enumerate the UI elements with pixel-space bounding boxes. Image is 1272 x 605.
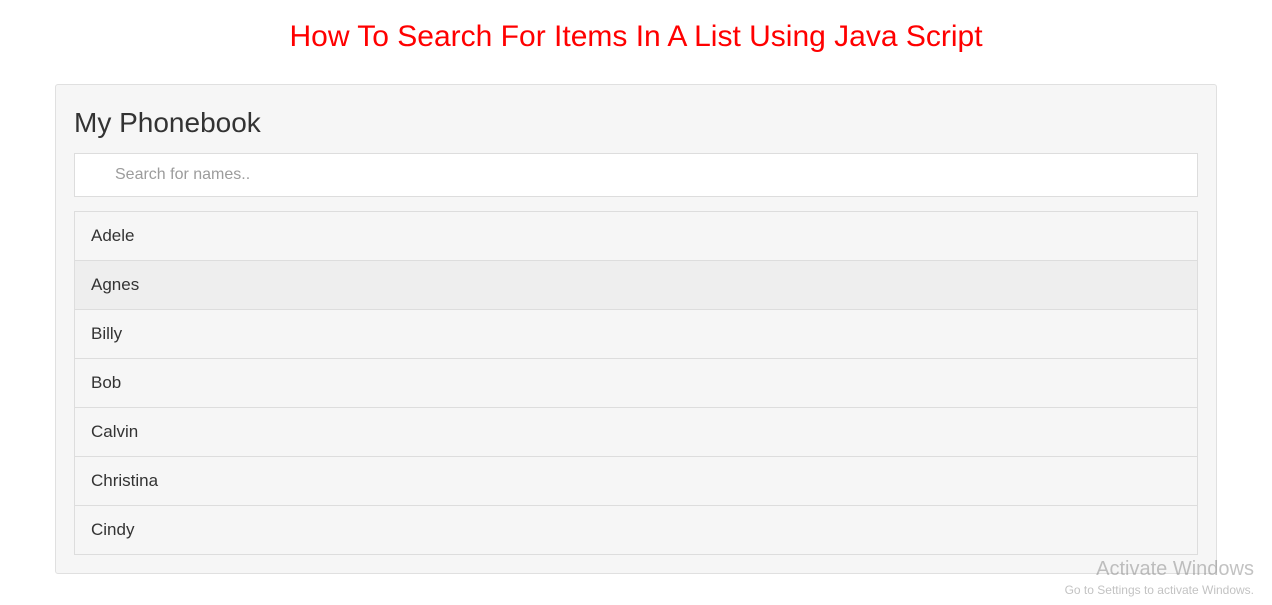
phonebook-panel: My Phonebook Adele Agnes Billy Bob Calvi… xyxy=(55,84,1217,574)
list-item[interactable]: Billy xyxy=(75,310,1197,359)
watermark-subtitle: Go to Settings to activate Windows. xyxy=(1065,583,1254,597)
list-item[interactable]: Calvin xyxy=(75,408,1197,457)
name-list: Adele Agnes Billy Bob Calvin Christina C… xyxy=(74,211,1198,555)
list-item[interactable]: Bob xyxy=(75,359,1197,408)
list-item[interactable]: Agnes xyxy=(75,261,1197,310)
section-heading: My Phonebook xyxy=(74,107,1198,139)
list-item[interactable]: Cindy xyxy=(75,506,1197,555)
search-input[interactable] xyxy=(74,153,1198,197)
page-title: How To Search For Items In A List Using … xyxy=(0,0,1272,64)
list-item[interactable]: Adele xyxy=(75,212,1197,261)
list-item[interactable]: Christina xyxy=(75,457,1197,506)
